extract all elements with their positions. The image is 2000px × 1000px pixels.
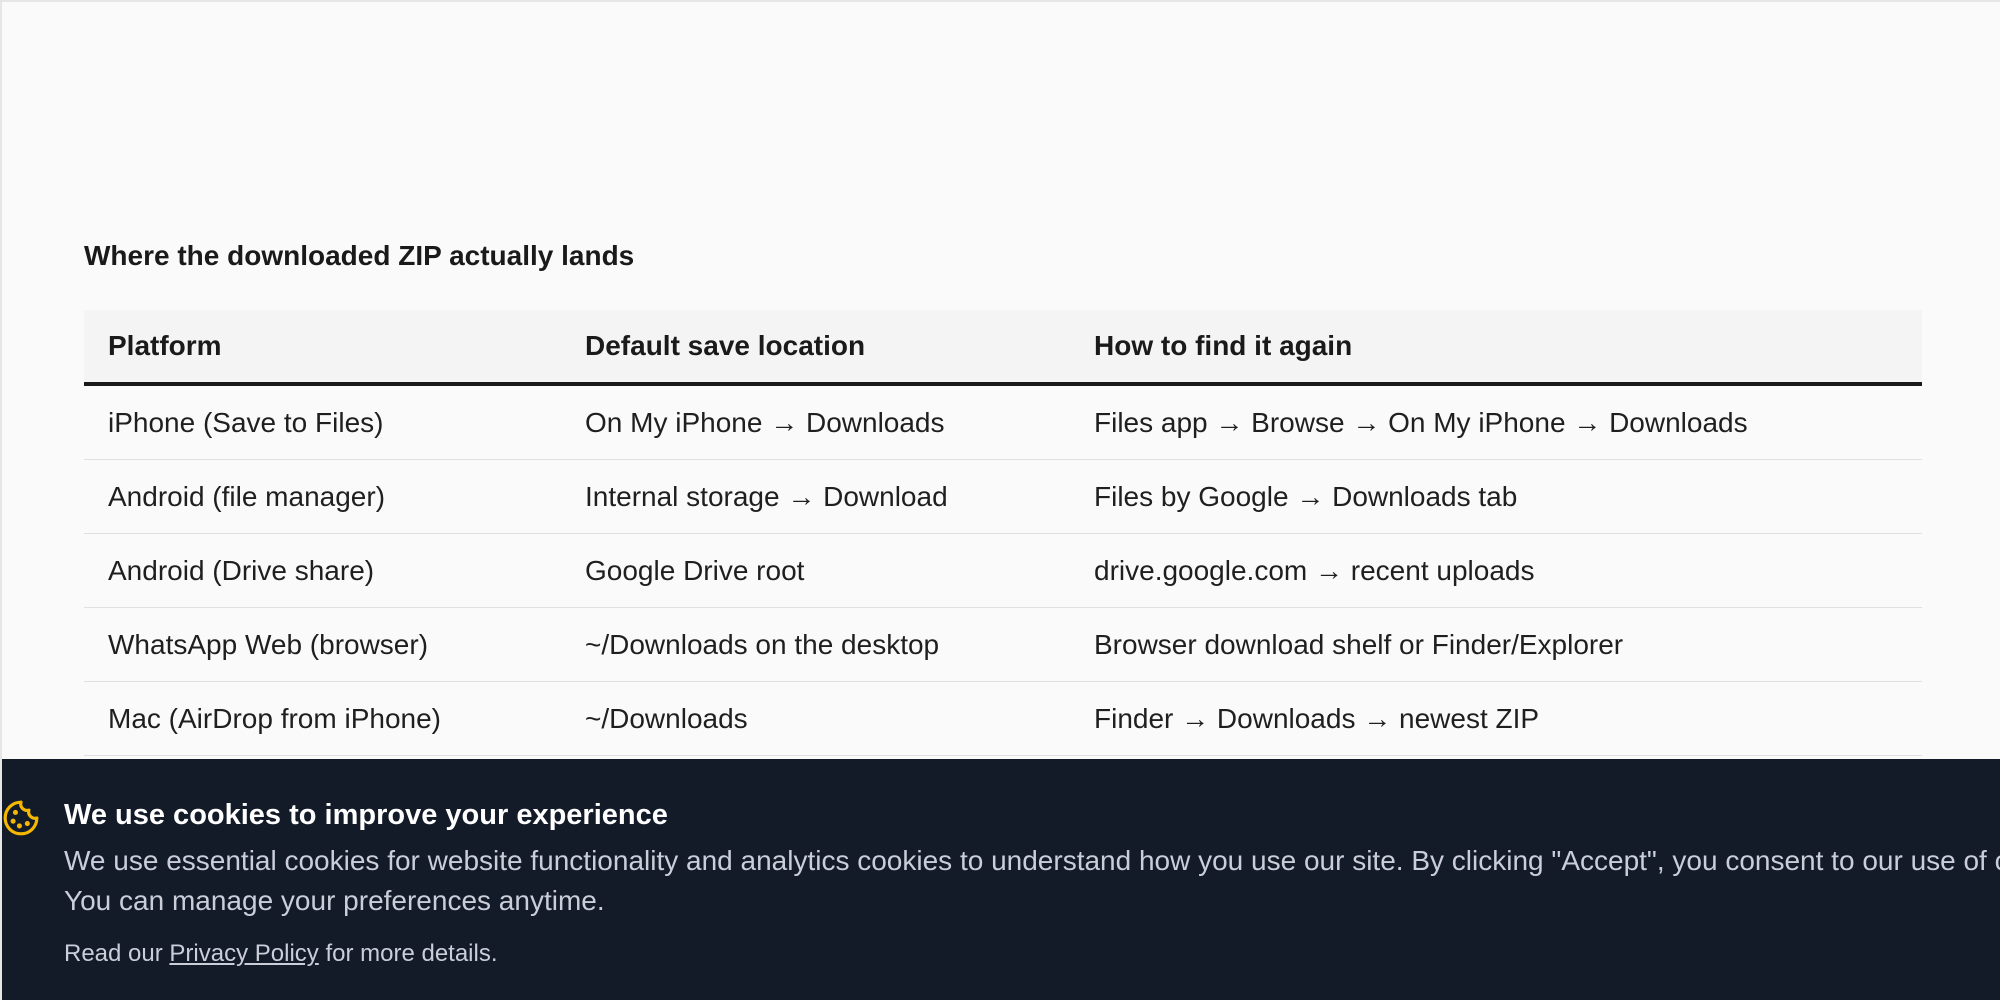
column-header-platform: Platform bbox=[84, 310, 561, 386]
cell-save-location: ~/Downloads on the desktop bbox=[561, 607, 1070, 682]
zip-location-section: Where the downloaded ZIP actually lands … bbox=[84, 236, 1922, 756]
table-header: Platform Default save location How to fi… bbox=[84, 310, 1922, 386]
cell-platform: iPhone (Save to Files) bbox=[84, 384, 561, 460]
cell-save-location: ~/Downloads bbox=[561, 681, 1070, 756]
policy-prefix: Read our bbox=[64, 940, 170, 967]
cell-save-location: On My iPhone → Downloads bbox=[561, 384, 1070, 460]
cookie-icon bbox=[2, 799, 40, 837]
column-header-save-location: Default save location bbox=[561, 310, 1070, 386]
cookie-banner: We use cookies to improve your experienc… bbox=[2, 759, 2000, 1000]
zip-location-table: Platform Default save location How to fi… bbox=[84, 310, 1922, 756]
table-row: Android (file manager) Internal storage … bbox=[84, 459, 1922, 534]
cookie-banner-text: We use essential cookies for website fun… bbox=[64, 845, 2000, 916]
section-title: Where the downloaded ZIP actually lands bbox=[84, 240, 635, 271]
cell-find-again: Files app → Browse → On My iPhone → Down… bbox=[1070, 384, 1922, 460]
cell-platform: Mac (AirDrop from iPhone) bbox=[84, 681, 561, 756]
cell-platform: Android (file manager) bbox=[84, 459, 561, 534]
table-body: iPhone (Save to Files) On My iPhone → Do… bbox=[84, 384, 1922, 756]
cell-save-location: Google Drive root bbox=[561, 533, 1070, 608]
cell-find-again: Finder → Downloads → newest ZIP bbox=[1070, 681, 1922, 756]
cookie-banner-title: We use cookies to improve your experienc… bbox=[64, 799, 668, 831]
privacy-policy-link[interactable]: Privacy Policy bbox=[169, 940, 318, 967]
table-header-row: Platform Default save location How to fi… bbox=[84, 310, 1922, 386]
table-row: Android (Drive share) Google Drive root … bbox=[84, 533, 1922, 608]
policy-suffix: for more details. bbox=[318, 940, 498, 967]
column-header-find-again: How to find it again bbox=[1070, 310, 1922, 386]
table-row: iPhone (Save to Files) On My iPhone → Do… bbox=[84, 384, 1922, 460]
page: Where the downloaded ZIP actually lands … bbox=[0, 0, 2000, 1000]
cell-platform: Android (Drive share) bbox=[84, 533, 561, 608]
cell-find-again: Browser download shelf or Finder/Explore… bbox=[1070, 607, 1922, 682]
table-row: Mac (AirDrop from iPhone) ~/Downloads Fi… bbox=[84, 681, 1922, 756]
table-row: WhatsApp Web (browser) ~/Downloads on th… bbox=[84, 607, 1922, 682]
cell-platform: WhatsApp Web (browser) bbox=[84, 607, 561, 682]
cell-find-again: Files by Google → Downloads tab bbox=[1070, 459, 1922, 534]
cell-find-again: drive.google.com → recent uploads bbox=[1070, 533, 1922, 608]
cell-save-location: Internal storage → Download bbox=[561, 459, 1070, 534]
cookie-policy-line: Read our Privacy Policy for more details… bbox=[64, 937, 498, 971]
